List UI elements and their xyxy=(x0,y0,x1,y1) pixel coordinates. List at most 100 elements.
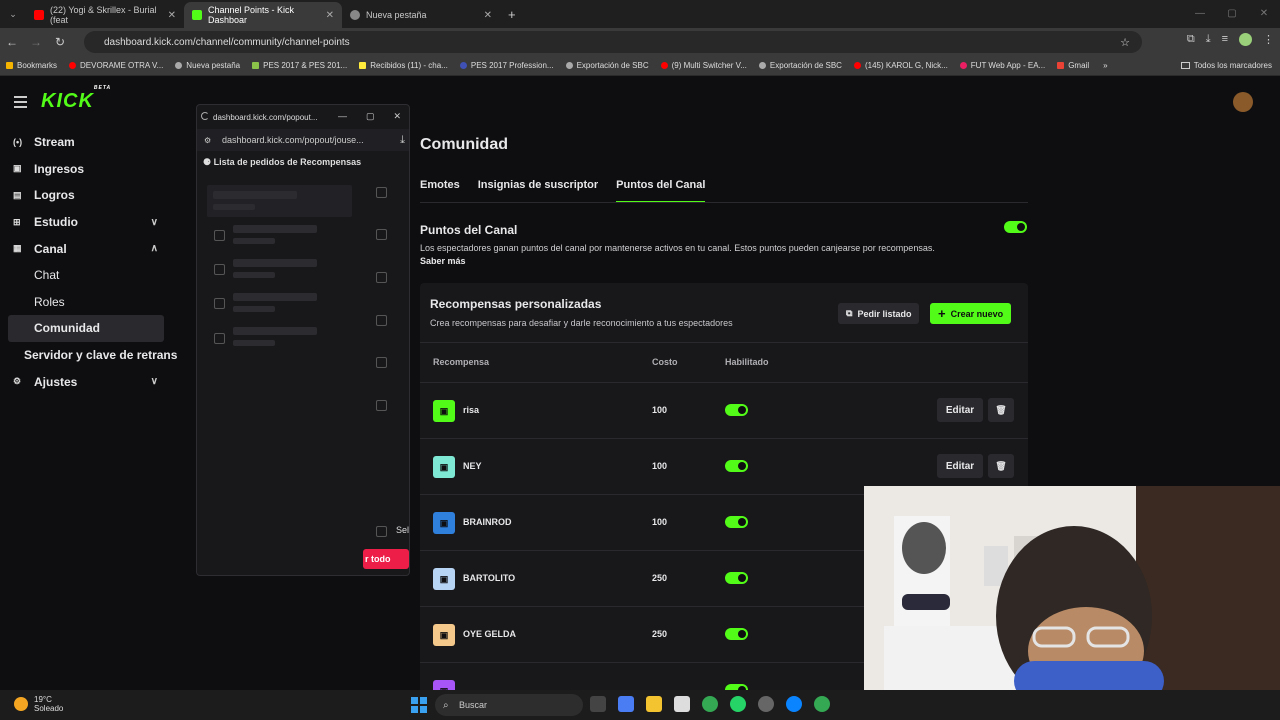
bookmark-item[interactable]: PES 2017 & PES 201... xyxy=(246,61,353,70)
checkbox[interactable] xyxy=(214,298,225,309)
reward-enabled-toggle[interactable] xyxy=(725,628,748,640)
edit-button[interactable]: Editar xyxy=(937,398,983,422)
bookmark-item[interactable]: Bookmarks xyxy=(0,61,63,70)
reward-enabled-toggle[interactable] xyxy=(725,460,748,472)
sidebar-item-roles[interactable]: Roles xyxy=(8,289,164,316)
download-icon[interactable]: ⤓ xyxy=(400,134,405,147)
trash-icon[interactable]: 🗑 xyxy=(988,398,1014,422)
minimize-icon[interactable]: — xyxy=(338,111,347,122)
youtube-icon xyxy=(69,62,77,69)
bookmark-item[interactable]: DEVORAME OTRA V... xyxy=(63,61,169,70)
weather-widget[interactable]: 19°C Soleado xyxy=(14,695,63,713)
sidebar-item-ajustes[interactable]: ⚙ Ajustes ∨ xyxy=(8,368,164,395)
maximize-icon[interactable]: ▢ xyxy=(1216,0,1248,26)
checkbox[interactable] xyxy=(376,357,387,368)
sidebar-item-stream[interactable]: (•) Stream xyxy=(8,129,164,156)
reward-enabled-toggle[interactable] xyxy=(725,572,748,584)
forward-icon[interactable]: → xyxy=(24,35,48,49)
windows-start-icon[interactable] xyxy=(411,697,427,713)
checkbox[interactable] xyxy=(376,229,387,240)
checkbox[interactable] xyxy=(376,272,387,283)
checkbox[interactable] xyxy=(376,400,387,411)
tab-insignias[interactable]: Insignias de suscriptor xyxy=(478,179,598,203)
select-all-checkbox[interactable] xyxy=(376,526,387,537)
sidebar-item-chat[interactable]: Chat xyxy=(8,262,164,289)
checkbox[interactable] xyxy=(376,315,387,326)
bookmark-item[interactable]: PES 2017 Profession... xyxy=(454,61,560,70)
sidebar-item-ingresos[interactable]: ▣ Ingresos xyxy=(8,156,164,183)
file-explorer-icon[interactable] xyxy=(646,696,662,712)
store-icon[interactable] xyxy=(674,696,690,712)
channel-points-toggle[interactable] xyxy=(1004,221,1027,233)
close-icon[interactable]: ✕ xyxy=(484,10,492,21)
new-tab-icon[interactable]: + xyxy=(508,7,516,22)
minimize-icon[interactable]: — xyxy=(1184,0,1216,26)
popout-window: dashboard.kick.com/popout... — ▢ ✕ ⚙ dashb… xyxy=(196,104,410,576)
extensions-icon[interactable]: ⧉ xyxy=(1187,33,1195,46)
sidebar-label: Logros xyxy=(34,188,75,203)
sidebar-item-logros[interactable]: ▤ Logros xyxy=(8,182,164,209)
bookmark-item[interactable]: Exportación de SBC xyxy=(560,61,655,70)
close-icon[interactable]: ✕ xyxy=(326,10,334,21)
reward-enabled-toggle[interactable] xyxy=(725,516,748,528)
learn-more-link[interactable]: Saber más xyxy=(420,256,466,266)
bookmark-item[interactable]: (145) KAROL G, Nick... xyxy=(848,61,954,70)
kick-logo[interactable]: KICKBETA xyxy=(41,85,111,113)
media-icon[interactable]: ≡ xyxy=(1222,33,1228,46)
browser-tab-1[interactable]: (22) Yogi & Skrillex - Burial (feat ✕ xyxy=(26,2,184,28)
checkbox[interactable] xyxy=(376,187,387,198)
star-icon[interactable]: ☆ xyxy=(1120,36,1130,49)
menu-icon[interactable]: ⋮ xyxy=(1263,33,1274,46)
popout-url-bar[interactable]: ⚙ dashboard.kick.com/popout/jouse... ⤓ xyxy=(197,129,409,151)
settings-app-icon[interactable] xyxy=(758,696,774,712)
sidebar-item-canal[interactable]: ▦ Canal ∧ xyxy=(8,235,164,262)
close-icon[interactable]: ✕ xyxy=(393,111,401,122)
action-all-button[interactable]: r todo xyxy=(363,549,409,569)
chrome-icon[interactable] xyxy=(702,696,718,712)
tab-emotes[interactable]: Emotes xyxy=(420,179,460,203)
sidebar-item-comunidad[interactable]: Comunidad xyxy=(8,315,164,342)
trash-icon[interactable]: 🗑 xyxy=(988,454,1014,478)
tab-list-icon[interactable]: ⌄ xyxy=(0,9,26,20)
bookmark-item[interactable]: Exportación de SBC xyxy=(753,61,848,70)
profile-icon[interactable] xyxy=(1239,33,1252,46)
request-list-button[interactable]: ⧉ Pedir listado xyxy=(838,303,920,324)
hamburger-menu-icon[interactable] xyxy=(14,96,27,111)
whatsapp-icon[interactable] xyxy=(730,696,746,712)
maximize-icon[interactable]: ▢ xyxy=(366,111,375,122)
edge-icon[interactable] xyxy=(786,696,802,712)
checkbox[interactable] xyxy=(214,264,225,275)
bookmark-item[interactable]: Gmail xyxy=(1051,61,1095,70)
url-input[interactable]: dashboard.kick.com/channel/community/cha… xyxy=(84,31,1142,53)
bookmark-item[interactable]: (9) Multi Switcher V... xyxy=(655,61,753,70)
reward-enabled-toggle[interactable] xyxy=(725,404,748,416)
tab-puntos-del-canal[interactable]: Puntos del Canal xyxy=(616,179,706,203)
taskbar-search[interactable]: ⌕ Buscar xyxy=(435,694,583,716)
close-window-icon[interactable]: ✕ xyxy=(1248,0,1280,26)
copilot-icon[interactable] xyxy=(618,696,634,712)
browser-tab-2[interactable]: Channel Points - Kick Dashboar ✕ xyxy=(184,2,342,28)
pes-icon xyxy=(459,62,467,69)
chrome-active-icon[interactable] xyxy=(814,696,830,712)
all-bookmarks[interactable]: Todos los marcadores xyxy=(1180,61,1272,70)
create-new-button[interactable]: + Crear nuevo xyxy=(930,303,1012,324)
close-icon[interactable]: ✕ xyxy=(168,10,176,21)
bookmark-item[interactable]: Recibidos (11) - cha... xyxy=(353,61,454,70)
site-info-icon[interactable]: ⚙ xyxy=(204,136,211,145)
bookmark-item[interactable]: Nueva pestaña xyxy=(169,61,246,70)
checkbox[interactable] xyxy=(214,333,225,344)
browser-tab-3[interactable]: Nueva pestaña ✕ xyxy=(342,2,500,28)
back-icon[interactable]: ← xyxy=(0,35,24,49)
edit-button[interactable]: Editar xyxy=(937,454,983,478)
sidebar-item-estudio[interactable]: ⊞ Estudio ∨ xyxy=(8,209,164,236)
sidebar-item-servidor[interactable]: Servidor y clave de retrans xyxy=(8,342,177,369)
avatar[interactable] xyxy=(1233,92,1253,112)
checkbox[interactable] xyxy=(214,230,225,241)
bookmark-item[interactable]: FUT Web App - EA... xyxy=(954,61,1051,70)
download-icon[interactable]: ⤓ xyxy=(1206,33,1211,46)
community-tabs: Emotes Insignias de suscriptor Puntos de… xyxy=(420,179,706,203)
more-bookmarks-icon[interactable]: » xyxy=(1103,61,1107,70)
reload-icon[interactable]: ↻ xyxy=(48,35,72,49)
task-view-icon[interactable] xyxy=(590,696,606,712)
button-label: Crear nuevo xyxy=(950,308,1004,319)
